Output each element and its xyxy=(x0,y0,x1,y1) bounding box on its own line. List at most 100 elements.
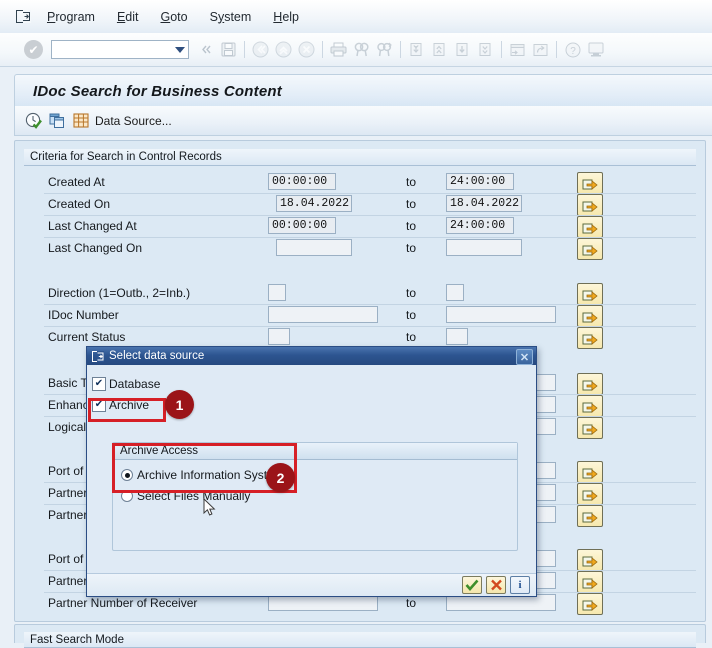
multiple-selection-arrow-icon[interactable] xyxy=(577,238,603,260)
save-icon[interactable] xyxy=(218,39,239,60)
sap-exit-icon[interactable] xyxy=(10,6,36,28)
multiple-selection-arrow-icon[interactable] xyxy=(577,549,603,571)
annotation-box-1 xyxy=(88,398,166,422)
print-icon[interactable] xyxy=(328,39,349,60)
table-row: Last Changed At 00:00:00 to 24:00:00 xyxy=(24,216,696,238)
fast-search-mode-group: Fast Search Mode xyxy=(14,624,706,648)
to-label: to xyxy=(406,219,417,233)
last-page-icon[interactable] xyxy=(475,39,496,60)
last-changed-at-from-field[interactable]: 00:00:00 xyxy=(268,217,336,234)
dialog-title-bar: Select data source ✕ xyxy=(87,347,536,365)
svg-text:?: ? xyxy=(570,46,576,57)
create-session-icon[interactable] xyxy=(507,39,528,60)
menu-item-goto[interactable]: Goto xyxy=(149,7,198,27)
multiple-selection-arrow-icon[interactable] xyxy=(577,395,603,417)
close-icon[interactable]: ✕ xyxy=(516,349,533,365)
table-row: Direction (1=Outb., 2=Inb.) to xyxy=(24,283,696,305)
multiple-selection-arrow-icon[interactable] xyxy=(577,461,603,483)
menu-item-help-label: elp xyxy=(282,9,300,24)
multiple-selection-arrow-icon[interactable] xyxy=(577,417,603,439)
last-changed-at-to-field[interactable]: 24:00:00 xyxy=(446,217,514,234)
multiple-selection-arrow-icon[interactable] xyxy=(577,194,603,216)
screen-title-bar: IDoc Search for Business Content xyxy=(14,74,712,108)
multiple-selection-arrow-icon[interactable] xyxy=(577,327,603,349)
info-label: i xyxy=(518,579,522,591)
field-label: Current Status xyxy=(48,330,126,344)
grid-table-icon xyxy=(73,113,89,128)
exit-up-icon[interactable] xyxy=(273,39,294,60)
data-source-button[interactable]: Data Source... xyxy=(73,113,172,128)
next-page-icon[interactable] xyxy=(452,39,473,60)
find-icon[interactable] xyxy=(351,39,372,60)
multiple-selection-arrow-icon[interactable] xyxy=(577,505,603,527)
created-on-to-field[interactable]: 18.04.2022 xyxy=(446,195,522,212)
multiple-selection-arrow-icon[interactable] xyxy=(577,305,603,327)
cancel-icon[interactable] xyxy=(296,39,317,60)
menu-item-program-label: rogram xyxy=(55,9,95,24)
to-label: to xyxy=(406,286,417,300)
table-row: Created On 18.04.2022 to 18.04.2022 xyxy=(24,194,696,216)
toolbar-separator xyxy=(244,41,245,58)
direction-to-field[interactable] xyxy=(446,284,464,301)
multiple-selection-arrow-icon[interactable] xyxy=(577,593,603,615)
table-row: Created At 00:00:00 to 24:00:00 xyxy=(24,172,696,194)
table-row: Last Changed On to xyxy=(24,238,696,260)
checkbox-checked-icon[interactable]: ✔ xyxy=(92,377,106,391)
created-on-from-field[interactable]: 18.04.2022 xyxy=(276,195,352,212)
multiple-selection-arrow-icon[interactable] xyxy=(577,216,603,238)
created-at-from-field[interactable]: 00:00:00 xyxy=(268,173,336,190)
command-field[interactable] xyxy=(51,40,189,59)
standard-toolbar: ✔ ? xyxy=(0,33,712,67)
multiple-selection-arrow-icon[interactable] xyxy=(577,483,603,505)
multiple-selection-arrow-icon[interactable] xyxy=(577,172,603,194)
to-label: to xyxy=(406,175,417,189)
enter-icon[interactable]: ✔ xyxy=(24,40,43,59)
database-checkbox[interactable]: ✔ Database xyxy=(92,377,160,391)
help-icon[interactable]: ? xyxy=(562,39,583,60)
fast-search-mode-title: Fast Search Mode xyxy=(24,632,696,648)
previous-page-icon[interactable] xyxy=(429,39,450,60)
customize-local-layout-icon[interactable] xyxy=(585,39,606,60)
menu-item-program[interactable]: Program xyxy=(36,7,106,27)
menu-item-help[interactable]: Help xyxy=(262,7,310,27)
back-history-icon[interactable] xyxy=(195,39,216,60)
annotation-badge-2: 2 xyxy=(266,463,295,492)
created-at-to-field[interactable]: 24:00:00 xyxy=(446,173,514,190)
data-source-label: Data Source... xyxy=(95,113,172,128)
create-shortcut-icon[interactable] xyxy=(530,39,551,60)
field-label: Last Changed On xyxy=(48,241,143,255)
to-label: to xyxy=(406,330,417,344)
first-page-icon[interactable] xyxy=(406,39,427,60)
multiple-selection-arrow-icon[interactable] xyxy=(577,373,603,395)
toolbar-separator xyxy=(501,41,502,58)
dialog-footer: i xyxy=(87,573,536,596)
menu-item-system[interactable]: System xyxy=(199,7,263,27)
current-status-to-field[interactable] xyxy=(446,328,468,345)
find-next-icon[interactable] xyxy=(374,39,395,60)
info-button[interactable]: i xyxy=(510,576,530,594)
to-label: to xyxy=(406,308,417,322)
multiple-selection-arrow-icon[interactable] xyxy=(577,571,603,593)
mouse-cursor xyxy=(203,497,216,520)
multiple-selection-arrow-icon[interactable] xyxy=(577,283,603,305)
table-row: IDoc Number to xyxy=(24,305,696,327)
direction-from-field[interactable] xyxy=(268,284,286,301)
field-label: Last Changed At xyxy=(48,219,137,233)
field-label: Created At xyxy=(48,175,105,189)
menu-item-goto-label: oto xyxy=(170,9,188,24)
last-changed-on-from-field[interactable] xyxy=(276,239,352,256)
back-icon[interactable] xyxy=(250,39,271,60)
confirm-button[interactable] xyxy=(462,576,482,594)
execute-button[interactable] xyxy=(25,112,42,129)
page-title: IDoc Search for Business Content xyxy=(33,82,282,100)
menu-item-edit[interactable]: Edit xyxy=(106,7,150,27)
idoc-number-to-field[interactable] xyxy=(446,306,556,323)
toolbar-separator xyxy=(322,41,323,58)
criteria-group-title: Criteria for Search in Control Records xyxy=(24,149,696,166)
last-changed-on-to-field[interactable] xyxy=(446,239,522,256)
chevron-down-icon[interactable] xyxy=(175,46,185,53)
idoc-number-from-field[interactable] xyxy=(268,306,378,323)
current-status-from-field[interactable] xyxy=(268,328,290,345)
cancel-button[interactable] xyxy=(486,576,506,594)
copy-button[interactable] xyxy=(49,113,66,129)
